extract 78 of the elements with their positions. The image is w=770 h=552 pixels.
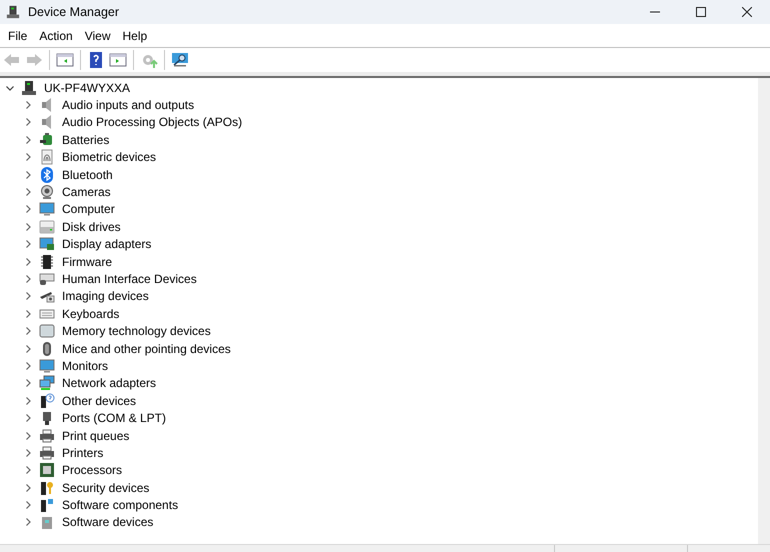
tree-item[interactable]: Batteries: [62, 130, 110, 149]
question-mark-icon: [39, 392, 55, 409]
expand-chevron-icon[interactable]: [23, 396, 33, 406]
expand-chevron-icon[interactable]: [23, 204, 33, 214]
display-adapter-icon: [39, 236, 55, 252]
bluetooth-icon: [39, 166, 55, 183]
tree-item[interactable]: Cameras: [62, 183, 111, 202]
webcam-icon: [39, 184, 55, 200]
expand-chevron-icon[interactable]: [23, 134, 33, 145]
tree-item[interactable]: Printers: [62, 444, 104, 462]
menu-item[interactable]: Help: [116, 24, 154, 46]
network-icon: [39, 375, 55, 392]
expand-chevron-icon[interactable]: [23, 256, 33, 267]
tree-item[interactable]: Firmware: [62, 252, 112, 271]
expand-chevron-icon[interactable]: [23, 448, 33, 458]
expand-chevron-icon[interactable]: [23, 239, 33, 250]
computer-icon: [6, 5, 20, 19]
tree-item[interactable]: Monitors: [62, 356, 108, 375]
tree-item[interactable]: Print queues: [62, 426, 130, 445]
tree-item[interactable]: Imaging devices: [62, 287, 149, 306]
expand-chevron-icon[interactable]: [23, 378, 33, 388]
tree-item[interactable]: Memory technology devices: [62, 322, 211, 340]
window-title: Device Manager: [28, 4, 120, 21]
fingerprint-icon: [39, 149, 55, 166]
scrollbar[interactable]: [758, 78, 770, 544]
expand-chevron-icon[interactable]: [23, 170, 33, 180]
tree-item[interactable]: UK-PF4WYXXA: [44, 78, 130, 97]
expand-chevron-icon[interactable]: [23, 326, 33, 336]
tree-item[interactable]: Software devices: [62, 513, 154, 532]
monitor-icon: [39, 201, 55, 218]
expand-chevron-icon[interactable]: [23, 152, 33, 162]
expand-chevron-icon[interactable]: [23, 308, 33, 319]
tree-item[interactable]: Biometric devices: [62, 148, 156, 166]
expand-chevron-icon[interactable]: [23, 413, 33, 424]
tree-item[interactable]: Ports (COM & LPT): [62, 409, 166, 428]
expand-chevron-icon[interactable]: [23, 360, 33, 371]
tree-item[interactable]: Other devices: [62, 392, 136, 410]
expand-chevron-icon[interactable]: [23, 517, 33, 528]
monitor-icon: [39, 358, 55, 374]
tree-item[interactable]: Computer: [62, 200, 115, 218]
menu-item[interactable]: Action: [33, 24, 79, 46]
tree-item[interactable]: Audio inputs and outputs: [62, 96, 194, 114]
tree-item[interactable]: Keyboards: [62, 304, 120, 323]
expand-chevron-icon[interactable]: [23, 100, 33, 110]
expand-chevron-icon[interactable]: [23, 430, 33, 440]
expand-chevron-icon[interactable]: [23, 500, 33, 510]
tree-item[interactable]: Processors: [62, 461, 122, 480]
tree-item[interactable]: Disk drives: [62, 218, 121, 236]
tree-item[interactable]: Bluetooth: [62, 166, 113, 184]
printer-icon: [39, 444, 55, 461]
tree-item[interactable]: Human Interface Devices: [62, 270, 197, 288]
close-icon: [742, 7, 752, 17]
tree-item[interactable]: Software components: [62, 496, 178, 514]
server-icon: [39, 514, 55, 530]
printer-icon: [39, 428, 55, 444]
expand-chevron-icon[interactable]: [23, 117, 33, 128]
tree-item[interactable]: Network adapters: [62, 374, 156, 392]
battery-icon: [39, 132, 55, 148]
tree-item[interactable]: Display adapters: [62, 235, 152, 254]
chip-icon: [39, 254, 55, 270]
maximize-icon: [696, 7, 706, 17]
expand-chevron-icon[interactable]: [23, 187, 33, 198]
key-icon: [39, 480, 55, 496]
expand-chevron-icon[interactable]: [23, 465, 33, 476]
computer-icon: [21, 80, 37, 96]
expand-chevron-icon[interactable]: [23, 222, 33, 232]
expand-chevron-icon[interactable]: [23, 274, 33, 284]
tree-item[interactable]: Audio Processing Objects (APOs): [62, 113, 242, 132]
memory-card-icon: [39, 323, 55, 340]
expand-chevron-icon[interactable]: [23, 291, 33, 302]
menu-item[interactable]: View: [78, 24, 116, 46]
expand-chevron-icon[interactable]: [23, 482, 33, 493]
tree-item[interactable]: Mice and other pointing devices: [62, 340, 231, 358]
disk-drive-icon: [39, 218, 55, 235]
processor-icon: [39, 462, 55, 478]
expand-chevron-icon[interactable]: [23, 344, 33, 354]
tree-item[interactable]: Security devices: [62, 478, 150, 497]
menu-item[interactable]: File: [2, 24, 34, 46]
